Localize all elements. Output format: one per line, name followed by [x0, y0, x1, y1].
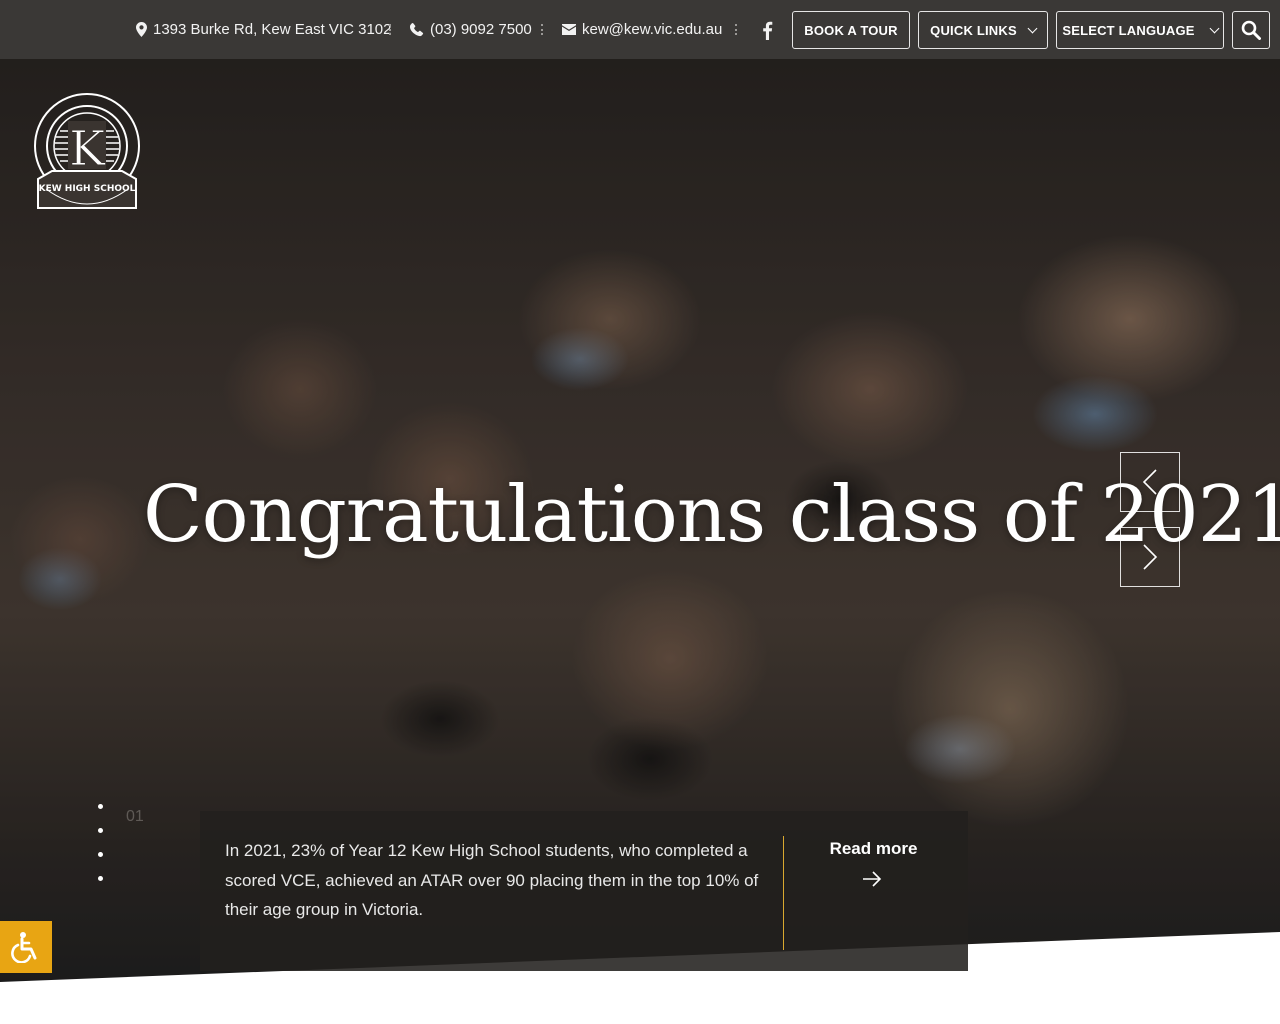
logo-school-name: KEW HIGH SCHOOL	[39, 184, 136, 194]
book-tour-button[interactable]: BOOK A TOUR	[792, 11, 910, 49]
facebook-icon[interactable]	[760, 20, 774, 40]
quick-links-label: QUICK LINKS	[930, 22, 1017, 38]
divider	[541, 24, 543, 35]
phone-icon	[410, 22, 424, 36]
read-more-link[interactable]: Read more	[815, 839, 932, 859]
slider-dot-1[interactable]	[98, 804, 103, 809]
top-bar: 1393 Burke Rd, Kew East VIC 3102 (03) 90…	[0, 0, 1280, 59]
arrow-left-icon	[1142, 469, 1157, 495]
accessibility-icon	[11, 932, 37, 963]
school-logo[interactable]: K KEW HIGH SCHOOL	[32, 91, 142, 209]
divider	[389, 24, 391, 35]
search-button[interactable]	[1232, 11, 1270, 49]
envelope-icon	[562, 24, 576, 35]
slider-prev-button[interactable]	[1120, 452, 1180, 512]
logo-letter: K	[69, 121, 106, 177]
slide-number: 01	[126, 808, 144, 825]
language-select[interactable]: SELECT LANGUAGE	[1056, 11, 1224, 49]
arrow-right-icon	[1143, 544, 1158, 570]
hero-title: Congratulations class of 2021	[143, 470, 1280, 560]
language-select-label: SELECT LANGUAGE	[1062, 22, 1195, 38]
search-icon	[1241, 20, 1261, 40]
slider-dot-4[interactable]	[98, 876, 103, 881]
slider-dot-2[interactable]	[98, 828, 103, 833]
phone-link[interactable]: (03) 9092 7500	[410, 0, 532, 59]
email-text: kew@kew.vic.edu.au	[582, 21, 723, 38]
accessibility-button[interactable]	[0, 921, 52, 973]
slider-dot-3[interactable]	[98, 852, 103, 857]
chevron-down-icon	[1027, 23, 1038, 33]
slide-description: In 2021, 23% of Year 12 Kew High School …	[225, 841, 759, 919]
divider	[735, 24, 737, 35]
slider-next-button[interactable]	[1120, 527, 1180, 587]
book-tour-label: BOOK A TOUR	[804, 22, 898, 38]
address-text: 1393 Burke Rd, Kew East VIC 3102	[153, 21, 392, 38]
slide-info-panel: In 2021, 23% of Year 12 Kew High School …	[200, 811, 968, 971]
arrow-right-icon[interactable]	[862, 871, 882, 887]
gold-divider	[783, 836, 784, 950]
map-marker-icon	[136, 22, 147, 37]
address-link[interactable]: 1393 Burke Rd, Kew East VIC 3102	[136, 0, 391, 59]
phone-text: (03) 9092 7500	[430, 21, 532, 38]
quick-links-dropdown[interactable]: QUICK LINKS	[918, 11, 1048, 49]
chevron-down-icon	[1209, 23, 1220, 33]
email-link[interactable]: kew@kew.vic.edu.au	[562, 0, 722, 59]
